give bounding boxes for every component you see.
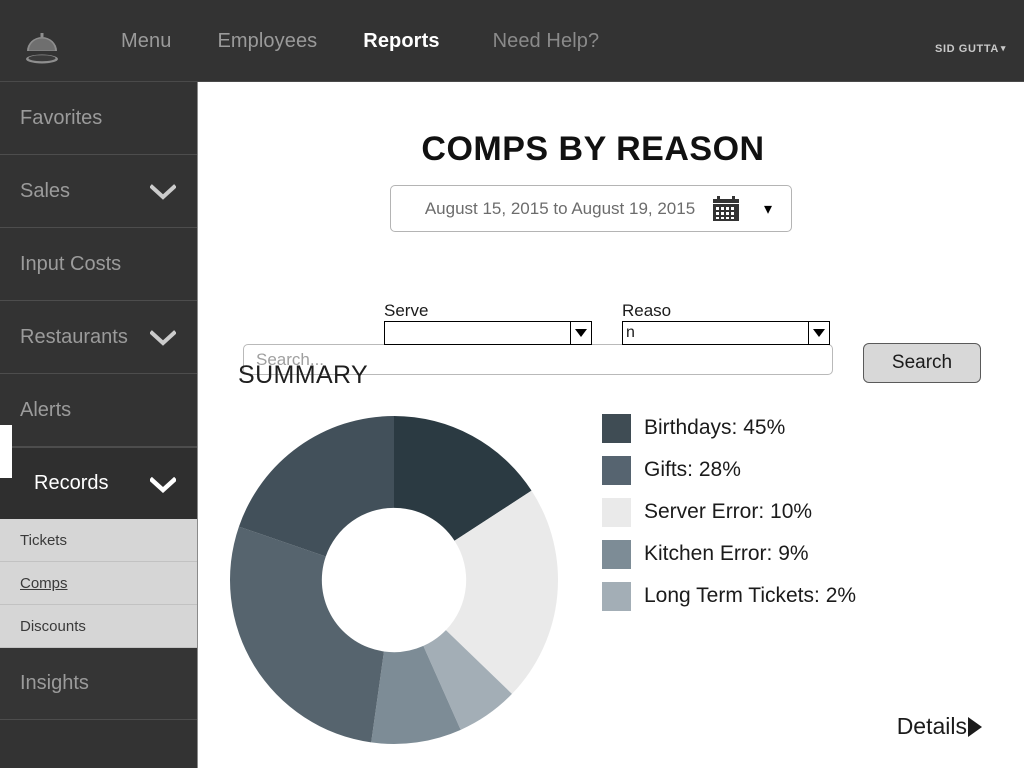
- filter-reason-label: Reaso: [622, 301, 672, 320]
- sidebar-subitem-discounts[interactable]: Discounts: [0, 605, 198, 648]
- sidebar-item-label: Records: [34, 472, 109, 494]
- sidebar-subitem-label: Tickets: [20, 531, 67, 549]
- sidebar-item-records[interactable]: Records: [0, 447, 198, 519]
- details-label: Details: [896, 713, 967, 739]
- sidebar-subitem-tickets[interactable]: Tickets: [0, 519, 198, 562]
- date-range-picker[interactable]: August 15, 2015 to August 19, 2015 ▾: [390, 185, 792, 232]
- chart-legend: Birthdays: 45% Gifts: 28% Server Error: …: [602, 407, 1002, 617]
- chevron-down-icon: [149, 183, 177, 200]
- chevron-down-icon: [148, 476, 178, 493]
- nav-link-menu[interactable]: Menu: [98, 30, 194, 53]
- legend-label-birthdays: Birthdays: 45%: [644, 416, 786, 439]
- app-root: Menu Employees Reports Need Help? SID GU…: [0, 0, 1024, 768]
- date-range-value: August 15, 2015 to August 19, 2015: [424, 198, 696, 218]
- donut-svg: [229, 416, 558, 744]
- main-content: COMPS BY REASON August 15, 2015 to Augus…: [198, 82, 1024, 768]
- sidebar-item-input-costs[interactable]: Input Costs: [0, 228, 198, 301]
- sidebar-subitem-comps[interactable]: Comps: [0, 562, 198, 605]
- sidebar-item-insights[interactable]: Insights: [0, 648, 198, 720]
- legend-item[interactable]: Kitchen Error: 9%: [602, 533, 1002, 575]
- cloche-logo-icon[interactable]: [22, 32, 62, 66]
- sidebar-item-favorites[interactable]: Favorites: [0, 82, 198, 155]
- filter-server-select[interactable]: [384, 321, 592, 345]
- chevron-down-icon[interactable]: [808, 322, 829, 344]
- sidebar-subitem-label: Discounts: [20, 617, 86, 635]
- legend-label-long-term-tickets: Long Term Tickets: 2%: [644, 584, 857, 607]
- legend-item[interactable]: Server Error: 10%: [602, 491, 1002, 533]
- chevron-down-icon[interactable]: [570, 322, 591, 344]
- summary-heading: SUMMARY: [238, 361, 369, 389]
- filter-server-label: Serve: [384, 301, 429, 320]
- legend-swatch-server-error: [602, 497, 631, 527]
- sidebar-item-label: Alerts: [20, 398, 72, 421]
- play-triangle-icon: [968, 716, 982, 737]
- user-menu[interactable]: SID GUTTA ▾: [935, 43, 1006, 55]
- chevron-down-icon: [149, 329, 177, 346]
- sidebar-item-restaurants[interactable]: Restaurants: [0, 301, 198, 374]
- nav-link-employees[interactable]: Employees: [194, 30, 340, 53]
- sidebar-item-label: Restaurants: [20, 325, 128, 348]
- top-navigation-bar: Menu Employees Reports Need Help? SID GU…: [0, 0, 1024, 82]
- sidebar-active-marker: [0, 425, 12, 478]
- legend-item[interactable]: Long Term Tickets: 2%: [602, 575, 1002, 617]
- sidebar-submenu-records: Tickets Comps Discounts: [0, 519, 198, 648]
- sidebar-item-sales[interactable]: Sales: [0, 155, 198, 228]
- chevron-down-icon[interactable]: ▾: [757, 199, 779, 219]
- legend-swatch-kitchen-error: [602, 539, 631, 569]
- filter-server-value: [385, 322, 570, 344]
- page-title: COMPS BY REASON: [421, 130, 765, 168]
- comps-by-reason-donut-chart: [228, 409, 568, 751]
- legend-swatch-long-term-tickets: [602, 581, 631, 611]
- sidebar-filler: [0, 720, 198, 768]
- details-link[interactable]: Details: [897, 713, 982, 740]
- sidebar-item-alerts[interactable]: Alerts: [0, 374, 198, 447]
- sidebar-item-label: Sales: [20, 179, 71, 202]
- sidebar: Favorites Sales Input Costs Restaurants …: [0, 82, 198, 768]
- sidebar-item-label: Insights: [20, 672, 89, 694]
- legend-swatch-gifts: [602, 455, 631, 485]
- nav-link-need-help[interactable]: Need Help?: [463, 30, 623, 53]
- donut-segment[interactable]: [229, 526, 384, 743]
- sidebar-item-label: Input Costs: [20, 252, 122, 275]
- legend-label-server-error: Server Error: 10%: [644, 500, 813, 523]
- calendar-icon[interactable]: [711, 195, 741, 223]
- legend-label-gifts: Gifts: 28%: [644, 458, 741, 481]
- sidebar-subitem-label: Comps: [20, 574, 68, 592]
- nav-links: Menu Employees Reports Need Help?: [98, 0, 622, 82]
- legend-label-kitchen-error: Kitchen Error: 9%: [644, 542, 809, 565]
- filter-reason-select[interactable]: n: [622, 321, 830, 345]
- search-button[interactable]: Search: [863, 343, 981, 383]
- user-name-label: SID GUTTA: [935, 43, 999, 55]
- sidebar-item-label: Favorites: [20, 106, 103, 129]
- legend-item[interactable]: Gifts: 28%: [602, 449, 1002, 491]
- chevron-down-icon: ▾: [1000, 43, 1006, 53]
- legend-swatch-birthdays: [602, 413, 631, 443]
- legend-item[interactable]: Birthdays: 45%: [602, 407, 1002, 449]
- filter-reason-value: n: [626, 324, 635, 341]
- nav-link-reports[interactable]: Reports: [340, 30, 462, 53]
